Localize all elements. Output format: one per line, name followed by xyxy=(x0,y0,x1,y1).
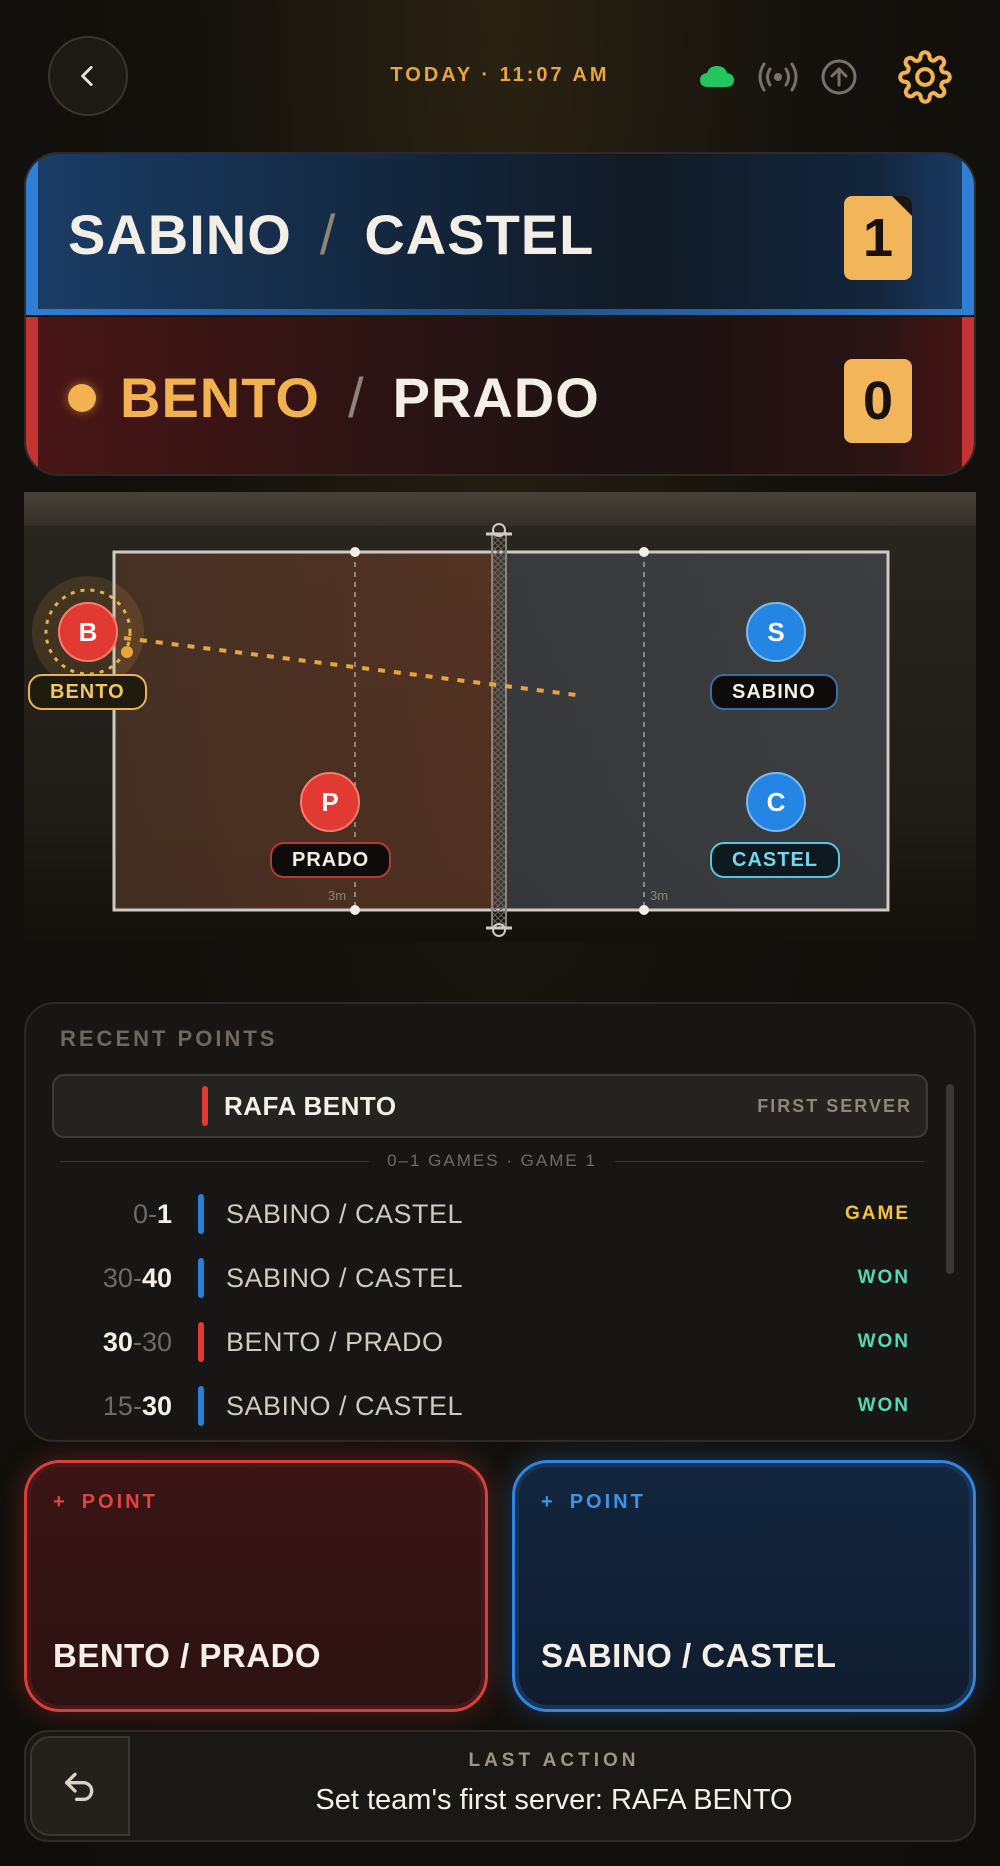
player-initial: P xyxy=(321,786,339,817)
team-row-bento-prado[interactable]: BENTO / PRADO 0 xyxy=(26,317,974,474)
plus-icon: + xyxy=(53,1491,68,1513)
player-initial: S xyxy=(767,616,785,647)
score-right: 1 xyxy=(156,1198,172,1229)
point-team: SABINO / CASTEL xyxy=(226,1262,464,1293)
player-initial: B xyxy=(78,616,98,647)
ball-icon xyxy=(121,646,133,658)
player-tag-prado[interactable]: PRADO xyxy=(270,842,392,878)
point-score: 30-40 xyxy=(102,1262,172,1293)
point-button-team: BENTO / PRADO xyxy=(53,1637,322,1674)
last-action-text: Set team's first server: RAFA BENTO xyxy=(315,1784,793,1816)
separator-line xyxy=(614,1160,924,1162)
team-row-sabino-castel[interactable]: SABINO / CASTEL 1 xyxy=(26,154,974,315)
last-action-label: LAST ACTION xyxy=(468,1750,640,1771)
point-score: 15-30 xyxy=(102,1390,172,1421)
player-tag-castel[interactable]: CASTEL xyxy=(710,842,840,878)
net xyxy=(492,532,506,928)
recent-points-panel: RECENT POINTS RAFA BENTO FIRST SERVER 0–… xyxy=(24,1002,976,1442)
point-label-text: POINT xyxy=(569,1491,646,1513)
name-separator: / xyxy=(319,203,337,266)
team-names: SABINO / CASTEL xyxy=(68,154,594,315)
point-button-label: + POINT xyxy=(541,1491,646,1514)
point-button-team: SABINO / CASTEL xyxy=(541,1637,837,1674)
team-bar xyxy=(198,1194,204,1234)
add-point-sabino-castel-button[interactable]: + POINT SABINO / CASTEL xyxy=(512,1460,976,1712)
point-row[interactable]: 0-1 SABINO / CASTEL GAME xyxy=(26,1182,946,1246)
broadcast-icon[interactable] xyxy=(758,60,798,94)
player-name: SABINO xyxy=(68,203,292,266)
team-color-edge xyxy=(962,154,974,315)
court-view: B BENTO P PRADO S SABINO C CASTEL 3m 3m xyxy=(24,492,976,942)
separator-line xyxy=(60,1160,370,1162)
point-button-label: + POINT xyxy=(53,1491,158,1514)
point-team: SABINO / CASTEL xyxy=(226,1390,464,1421)
score-right: 40 xyxy=(141,1262,172,1293)
team-color-edge xyxy=(962,317,974,474)
games-separator-text: 0–1 GAMES · GAME 1 xyxy=(387,1151,597,1170)
player-marker-castel[interactable]: C xyxy=(746,772,806,832)
point-result: WON xyxy=(857,1395,910,1416)
team-score: 1 xyxy=(844,196,912,280)
team-bar xyxy=(198,1322,204,1362)
gear-icon[interactable] xyxy=(898,50,952,104)
recent-points-title: RECENT POINTS xyxy=(60,1026,278,1051)
team-bar xyxy=(198,1386,204,1426)
player-name: CASTEL xyxy=(364,203,595,266)
score-fold xyxy=(892,196,912,216)
team-bar xyxy=(202,1086,208,1126)
team-bar xyxy=(198,1258,204,1298)
top-bar: TODAY · 11:07 AM xyxy=(0,0,1000,150)
point-team: BENTO / PRADO xyxy=(226,1326,444,1357)
first-server-row[interactable]: RAFA BENTO FIRST SERVER xyxy=(52,1074,928,1138)
point-score: 30-30 xyxy=(102,1326,172,1357)
player-marker-prado[interactable]: P xyxy=(300,772,360,832)
serving-indicator-icon xyxy=(68,383,96,412)
score-left: 0 xyxy=(132,1198,148,1229)
point-result: WON xyxy=(857,1331,910,1352)
distance-mark-right: 3m xyxy=(650,888,669,903)
score-left: 30 xyxy=(102,1262,133,1293)
score-left: 30 xyxy=(102,1326,133,1357)
first-server-tag: FIRST SERVER xyxy=(757,1095,912,1116)
player-marker-bento[interactable]: B xyxy=(58,602,118,662)
point-row[interactable]: 30-30 BENTO / PRADO WON xyxy=(26,1310,946,1374)
scoreboard: SABINO / CASTEL 1 BENTO / PRADO 0 xyxy=(24,152,976,476)
team-color-edge xyxy=(26,317,38,474)
point-row[interactable]: 15-30 SABINO / CASTEL WON xyxy=(26,1374,946,1438)
player-tag-bento[interactable]: BENTO xyxy=(28,674,147,710)
point-result: GAME xyxy=(845,1203,910,1224)
score-value: 1 xyxy=(862,208,894,268)
first-server-name: RAFA BENTO xyxy=(224,1090,397,1121)
upload-icon[interactable] xyxy=(820,58,858,96)
games-separator: 0–1 GAMES · GAME 1 xyxy=(60,1146,924,1176)
last-action-bar: LAST ACTION Set team's first server: RAF… xyxy=(24,1730,976,1842)
team-score: 0 xyxy=(844,359,912,443)
point-score: 0-1 xyxy=(132,1198,172,1229)
player-initial: C xyxy=(766,786,786,817)
score-left: 15 xyxy=(102,1390,133,1421)
undo-icon xyxy=(65,1772,94,1801)
point-team: SABINO / CASTEL xyxy=(226,1198,464,1229)
undo-button[interactable] xyxy=(30,1736,130,1836)
plus-icon: + xyxy=(541,1491,556,1513)
score-value: 0 xyxy=(862,371,894,431)
distance-mark-left: 3m xyxy=(328,888,347,903)
point-row[interactable]: 30-40 SABINO / CASTEL WON xyxy=(26,1246,946,1310)
player-marker-sabino[interactable]: S xyxy=(746,602,806,662)
point-result: WON xyxy=(857,1267,910,1288)
player-tag-sabino[interactable]: SABINO xyxy=(710,674,838,710)
score-right: 30 xyxy=(141,1390,172,1421)
player-name-serving: BENTO xyxy=(120,366,320,429)
cloud-icon[interactable] xyxy=(698,63,736,91)
point-label-text: POINT xyxy=(81,1491,158,1513)
recent-points-scrollbar[interactable] xyxy=(946,1084,954,1274)
status-icons xyxy=(698,42,952,112)
team-names: BENTO / PRADO xyxy=(68,317,600,474)
score-right: 30 xyxy=(141,1326,172,1357)
player-name: PRADO xyxy=(392,366,600,429)
add-point-bento-prado-button[interactable]: + POINT BENTO / PRADO xyxy=(24,1460,488,1712)
team-color-edge xyxy=(26,154,38,315)
name-separator: / xyxy=(348,366,365,429)
